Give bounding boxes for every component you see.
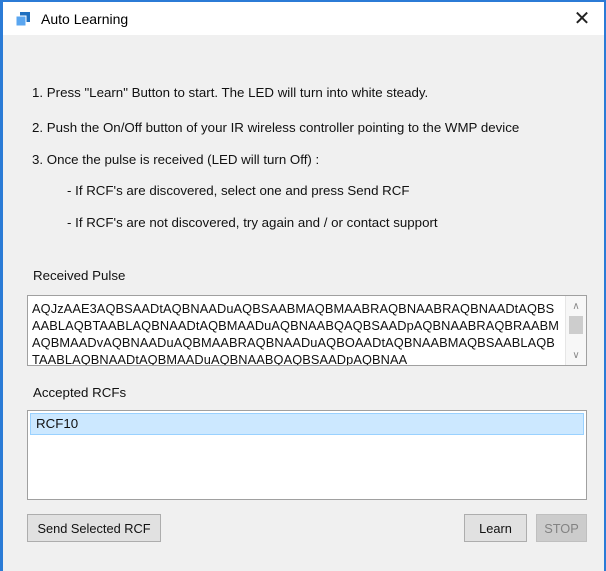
close-button[interactable]: ✕ [560,2,604,35]
scroll-down-arrow-icon[interactable]: ∨ [566,347,586,363]
instruction-substep-discovered: - If RCF's are discovered, select one an… [67,183,410,198]
auto-learning-window: Auto Learning ✕ 1. Press "Learn" Button … [0,0,606,571]
title-bar: Auto Learning ✕ [3,2,604,35]
close-icon: ✕ [573,8,591,30]
received-pulse-value: AQJzAAE3AQBSAADtAQBNAADuAQBSAABMAQBMAABR… [32,301,560,366]
instruction-step-1: 1. Press "Learn" Button to start. The LE… [32,85,429,100]
window-title: Auto Learning [41,11,129,27]
learn-button[interactable]: Learn [464,514,527,542]
accepted-rcfs-list[interactable]: RCF10 [27,410,587,500]
received-pulse-label: Received Pulse [33,268,126,283]
scroll-up-arrow-icon[interactable]: ∧ [566,298,586,314]
instruction-step-2: 2. Push the On/Off button of your IR wir… [32,120,520,135]
list-item-rcf10[interactable]: RCF10 [30,413,584,435]
pulse-scrollbar[interactable]: ∧ ∨ [565,296,586,365]
accepted-rcfs-label: Accepted RCFs [33,385,127,400]
scroll-thumb[interactable] [569,316,583,334]
app-window-icon [15,11,31,27]
instruction-step-3: 3. Once the pulse is received (LED will … [32,152,320,167]
received-pulse-textbox[interactable]: AQJzAAE3AQBSAADtAQBNAADuAQBSAABMAQBMAABR… [27,295,587,366]
instruction-substep-not-discovered: - If RCF's are not discovered, try again… [67,215,438,230]
send-selected-rcf-button[interactable]: Send Selected RCF [27,514,161,542]
stop-button[interactable]: STOP [536,514,587,542]
